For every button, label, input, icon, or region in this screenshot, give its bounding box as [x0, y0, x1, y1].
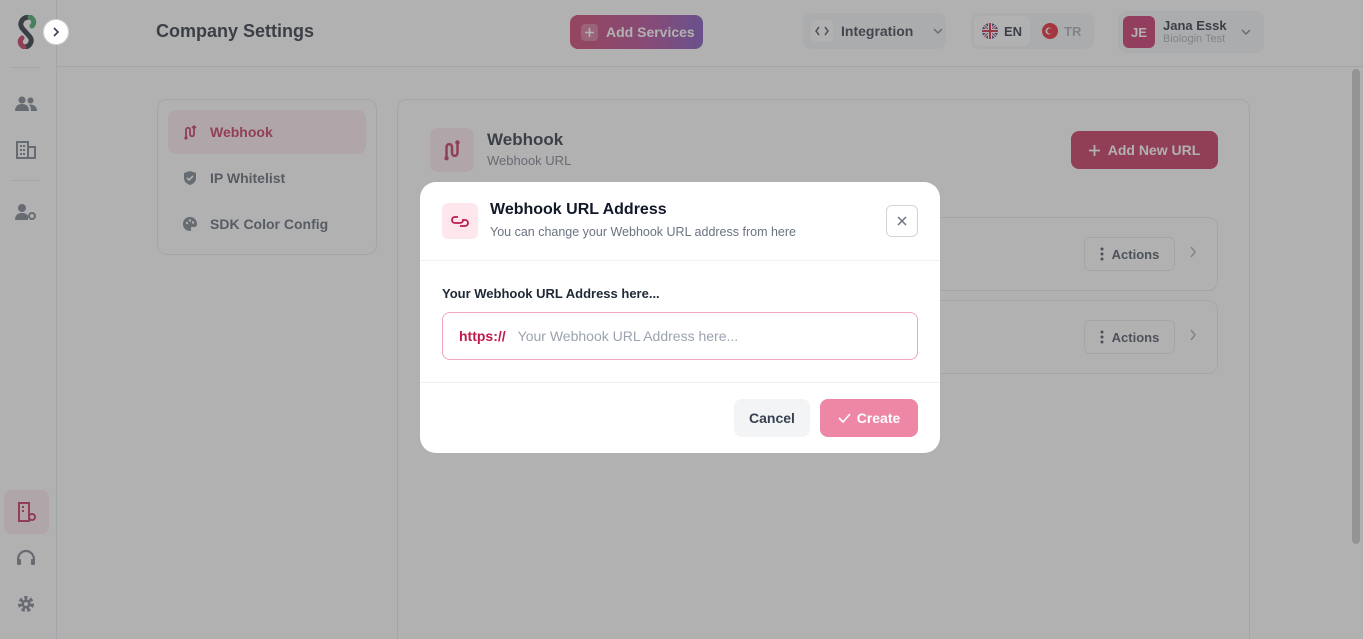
- expand-sidebar-button[interactable]: [43, 19, 69, 45]
- url-input-group[interactable]: https://: [442, 312, 918, 360]
- modal-title: Webhook URL Address: [490, 201, 667, 218]
- link-icon: [442, 203, 478, 239]
- close-icon: [897, 216, 907, 226]
- cancel-button[interactable]: Cancel: [734, 399, 810, 437]
- create-button[interactable]: Create: [820, 399, 918, 437]
- url-prefix: https://: [459, 328, 506, 344]
- url-field-label: Your Webhook URL Address here...: [442, 286, 660, 301]
- webhook-url-modal: Webhook URL Address You can change your …: [420, 182, 940, 453]
- create-label: Create: [856, 410, 901, 426]
- chevron-right-icon: [53, 27, 60, 37]
- modal-subtitle: You can change your Webhook URL address …: [490, 225, 796, 239]
- webhook-url-input[interactable]: [517, 328, 888, 344]
- modal-footer: Cancel Create: [420, 383, 940, 453]
- modal-body: Your Webhook URL Address here... https:/…: [420, 261, 940, 383]
- close-button[interactable]: [886, 205, 918, 237]
- modal-header: Webhook URL Address You can change your …: [420, 182, 940, 261]
- check-icon: [838, 413, 851, 423]
